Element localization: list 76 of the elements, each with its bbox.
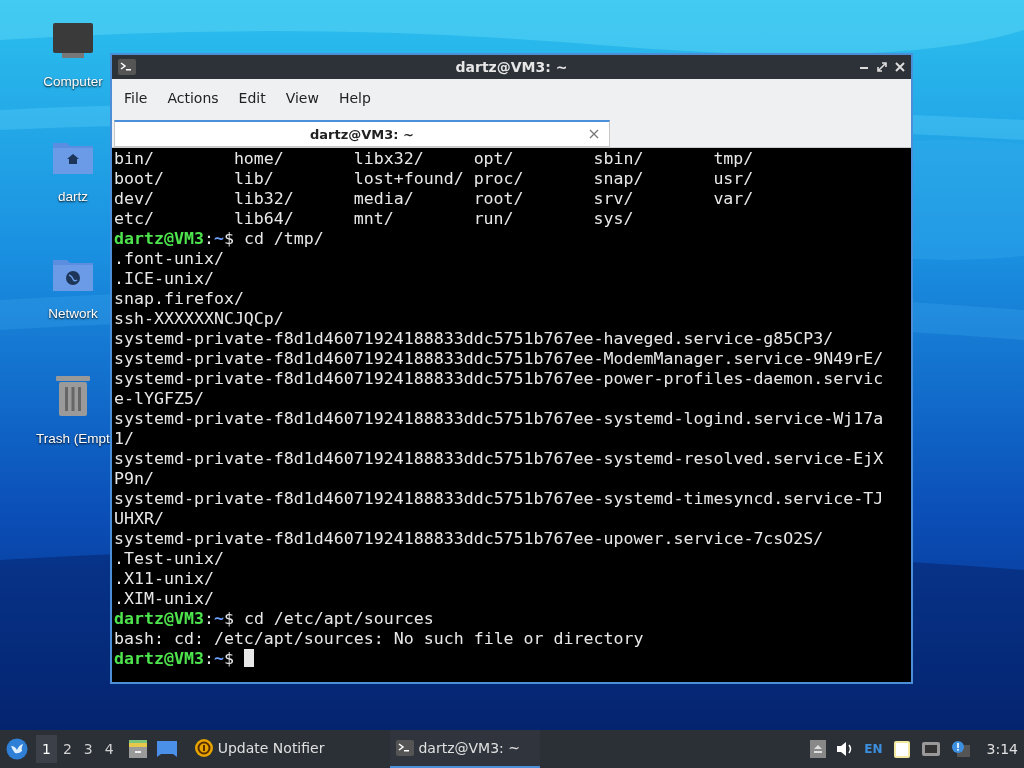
output-line: e-lYGFZ5/ (114, 389, 204, 408)
trash-icon (54, 373, 92, 417)
output-line: snap.firefox/ (114, 289, 244, 308)
maximize-icon[interactable] (877, 62, 887, 72)
notification-icon[interactable] (950, 740, 971, 758)
workspace-button[interactable]: 2 (56, 735, 78, 763)
output-line: .font-unix/ (114, 249, 224, 268)
menu-item[interactable]: Help (328, 90, 381, 106)
task-button[interactable]: dartz@VM3: ~ (390, 730, 541, 768)
output-line: .ICE-unix/ (114, 269, 214, 288)
eject-icon[interactable] (810, 740, 827, 758)
file-name: root/ (473, 189, 525, 209)
menu-item[interactable]: Edit (228, 90, 276, 106)
update-icon (193, 738, 214, 758)
clipboard-icon[interactable] (892, 739, 911, 759)
file-name: libx32/ (353, 149, 425, 169)
file-name: dev/ (114, 189, 155, 209)
keyboard-layout[interactable]: EN (864, 742, 883, 756)
desktop-icon-label[interactable]: Trash (Empt (36, 431, 110, 446)
start-menu-icon[interactable] (6, 738, 28, 760)
file-name: snap/ (593, 169, 645, 189)
window-title: dartz@VM3: ~ (454, 59, 569, 75)
file-name: var/ (713, 189, 755, 209)
workspace-button[interactable]: 4 (98, 735, 120, 763)
file-name: mnt/ (353, 209, 395, 229)
file-name: lib64/ (233, 209, 295, 229)
output-line: 1/ (114, 429, 134, 448)
file-name: lost+found/ (353, 169, 465, 189)
output-line: bash: cd: /etc/apt/sources: No such file or directory (114, 629, 644, 648)
prompt-line: dartz@VM3:~$ cd /etc/apt/sources (114, 609, 434, 628)
workspace-button[interactable]: 1 (36, 735, 57, 763)
file-name: sbin/ (593, 149, 645, 169)
output-line: systemd-private-f8d1d46071924188833ddc5751b767ee-systemd-timesyncd.service-TJ (114, 489, 884, 508)
file-name: home/ (233, 149, 285, 169)
output-line: ssh-XXXXXXNCJQCp/ (114, 309, 284, 328)
terminal-icon (396, 740, 415, 756)
output-line: systemd-private-f8d1d46071924188833ddc5751b767ee-haveged.service-g85CP3/ (114, 329, 834, 348)
file-name: run/ (473, 209, 515, 229)
output-line: .X11-unix/ (114, 569, 214, 588)
clock[interactable]: 3:14 (986, 741, 1018, 757)
menu-item[interactable]: File (114, 90, 158, 106)
output-line: .XIM-unix/ (114, 589, 214, 608)
output-line: systemd-private-f8d1d46071924188833ddc5751b767ee-ModemManager.service-9N49rE/ (114, 349, 884, 368)
output-line: systemd-private-f8d1d46071924188833ddc5751b767ee-upower.service-7csO2S/ (114, 529, 824, 548)
output-line: systemd-private-f8d1d46071924188833ddc5751b767ee-systemd-logind.service-Wj17a (114, 409, 884, 428)
file-name: opt/ (473, 149, 515, 169)
prompt-line: dartz@VM3:~$ (114, 649, 234, 668)
close-icon[interactable] (589, 129, 599, 139)
window-icon[interactable] (155, 740, 178, 758)
file-name: sys/ (593, 209, 635, 229)
file-cabinet-icon[interactable] (127, 739, 148, 759)
output-line: systemd-private-f8d1d46071924188833ddc5751b767ee-systemd-resolved.service-EjX (114, 449, 884, 468)
task-button[interactable]: Update Notifier (187, 730, 331, 768)
file-name: usr/ (713, 169, 755, 189)
output-line: .Test-unix/ (114, 549, 224, 568)
file-name: media/ (353, 189, 415, 209)
terminal-icon (118, 59, 136, 75)
file-name: lib/ (233, 169, 275, 189)
menu-item[interactable]: View (275, 90, 329, 106)
terminal-tab[interactable]: dartz@VM3: ~ (114, 120, 610, 147)
output-line: UHXR/ (114, 509, 164, 528)
monitor-icon (52, 22, 94, 60)
workspace-button[interactable]: 3 (77, 735, 99, 763)
file-name: lib32/ (233, 189, 295, 209)
menu-item[interactable]: Actions (157, 90, 229, 106)
file-name: srv/ (593, 189, 635, 209)
output-line: systemd-private-f8d1d46071924188833ddc5751b767ee-power-profiles-daemon.servic (114, 369, 884, 388)
prompt-line: dartz@VM3:~$ cd /tmp/ (114, 229, 324, 248)
file-name: etc/ (114, 209, 155, 229)
desktop-icon-label[interactable]: Network (48, 306, 98, 321)
file-name: bin/ (114, 149, 155, 169)
file-name: proc/ (473, 169, 525, 189)
file-name: tmp/ (713, 149, 755, 169)
network-icon[interactable] (920, 741, 941, 757)
output-line: P9n/ (114, 469, 154, 488)
file-name: boot/ (114, 169, 165, 189)
